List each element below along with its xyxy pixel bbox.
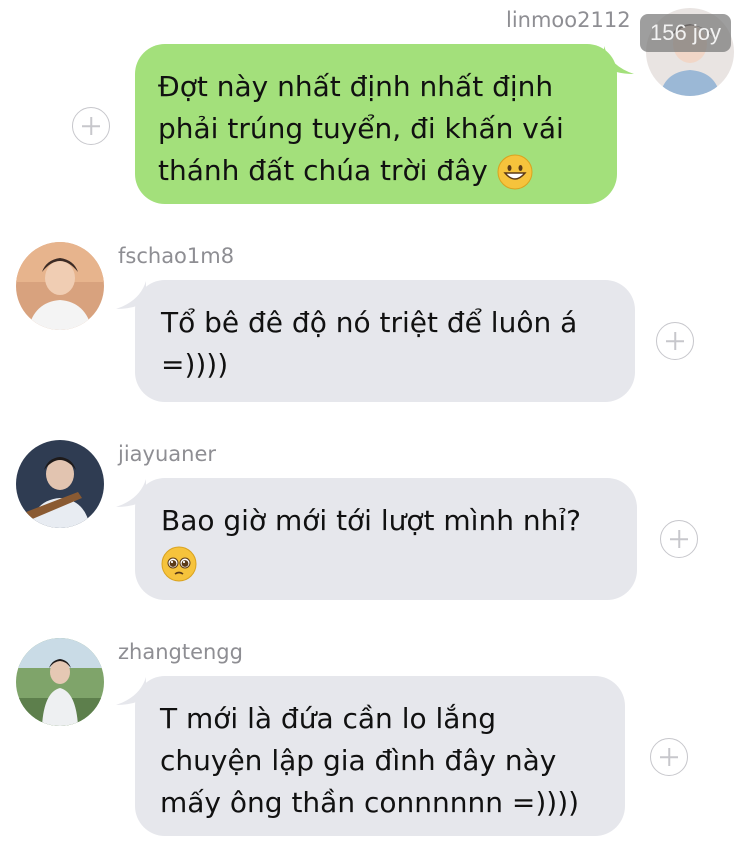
pleading-face-icon xyxy=(161,546,197,582)
add-reaction-button[interactable] xyxy=(72,107,110,145)
add-reaction-button[interactable] xyxy=(650,738,688,776)
message-line: Đợt này nhất định nhất định xyxy=(158,70,554,103)
sender-name: zhangtengg xyxy=(118,640,243,664)
message-line: phải trúng tuyển, đi khấn vái xyxy=(158,112,564,145)
message-line: T mới là đứa cần lo lắng xyxy=(160,702,496,735)
message-line: thánh đất chúa trời đây xyxy=(158,154,488,187)
add-reaction-button[interactable] xyxy=(656,322,694,360)
sender-name: jiayuaner xyxy=(118,442,217,466)
sender-name: fschao1m8 xyxy=(118,244,235,268)
message-bubble[interactable]: Đợt này nhất định nhất định phải trúng t… xyxy=(135,44,617,204)
message-line: chuyện lập gia đình đây này xyxy=(160,744,557,777)
message-bubble[interactable]: Tổ bê đê độ nó triệt để luôn á =)))) xyxy=(135,280,635,402)
grinning-face-icon xyxy=(497,154,533,190)
add-reaction-button[interactable] xyxy=(660,520,698,558)
avatar[interactable] xyxy=(16,242,104,330)
message-line: Tổ bê đê độ nó triệt để luôn á xyxy=(161,306,578,339)
avatar[interactable] xyxy=(16,440,104,528)
message-line: =)))) xyxy=(161,348,229,381)
message-line: Bao giờ mới tới lượt mình nhỉ? xyxy=(161,504,581,537)
message-bubble[interactable]: T mới là đứa cần lo lắng chuyện lập gia … xyxy=(135,676,625,836)
sender-name: linmoo2112 xyxy=(506,8,631,32)
message-bubble[interactable]: Bao giờ mới tới lượt mình nhỉ? xyxy=(135,478,637,600)
avatar[interactable] xyxy=(16,638,104,726)
watermark: 156 joy xyxy=(640,14,731,52)
message-line: mấy ông thần connnnnn =)))) xyxy=(160,786,580,819)
